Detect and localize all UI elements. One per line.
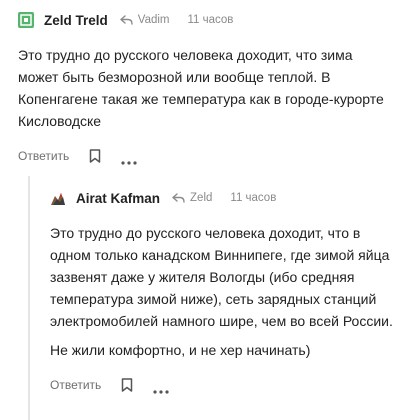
author-name[interactable]: Airat Kafman xyxy=(76,191,160,206)
comment-text: Это трудно до русского человека доходит,… xyxy=(18,44,388,132)
more-options-icon[interactable] xyxy=(153,382,169,394)
comment: Zeld Treld Vadim 11 часов Это трудно до … xyxy=(18,10,403,166)
comment-text: Это трудно до русского человека доходит,… xyxy=(50,222,395,361)
reply-arrow-icon xyxy=(120,15,133,25)
reply-to[interactable]: Vadim xyxy=(120,14,170,26)
avatar[interactable] xyxy=(50,190,66,206)
reply-to[interactable]: Zeld xyxy=(172,192,212,204)
bookmark-icon[interactable] xyxy=(89,149,101,163)
timestamp[interactable]: 11 часов xyxy=(188,14,234,26)
thread-line xyxy=(28,176,30,420)
reply-to-name: Zeld xyxy=(190,192,213,204)
comment-paragraph: Не жили комфортно, и не хер начинать) xyxy=(50,342,311,358)
comment-actions: Ответить xyxy=(18,146,403,166)
author-name[interactable]: Zeld Treld xyxy=(44,13,108,28)
bookmark-icon[interactable] xyxy=(121,378,133,392)
reply-button[interactable]: Ответить xyxy=(18,149,69,163)
avatar-icon xyxy=(18,12,34,28)
comment-meta: Zeld Treld Vadim 11 часов xyxy=(18,10,403,30)
more-options-icon[interactable] xyxy=(121,153,137,165)
comment: Airat Kafman Zeld 11 часов Это трудно до… xyxy=(50,188,400,395)
comment-meta: Airat Kafman Zeld 11 часов xyxy=(50,188,400,208)
comment-paragraph: Это трудно до русского человека доходит,… xyxy=(50,225,393,329)
avatar-icon xyxy=(50,190,66,206)
comment-paragraph: Это трудно до русского человека доходит,… xyxy=(18,47,384,129)
reply-button[interactable]: Ответить xyxy=(50,378,101,392)
timestamp[interactable]: 11 часов xyxy=(230,192,276,204)
reply-arrow-icon xyxy=(172,193,185,203)
comment-actions: Ответить xyxy=(50,375,400,395)
avatar[interactable] xyxy=(18,12,34,28)
reply-to-name: Vadim xyxy=(137,14,170,26)
